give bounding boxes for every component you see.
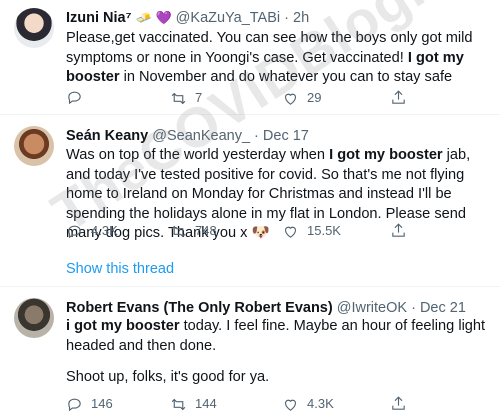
separator-dot: · xyxy=(254,128,259,144)
retweet-icon xyxy=(171,398,186,410)
like-button[interactable]: 15.5K xyxy=(282,222,341,240)
highlight-text: i got my booster xyxy=(66,318,180,334)
share-icon xyxy=(392,396,405,410)
retweet-icon xyxy=(171,225,186,237)
show-thread-link[interactable]: Show this thread xyxy=(66,261,174,277)
user-handle[interactable]: @IwriteOK xyxy=(337,300,407,316)
reply-icon xyxy=(68,225,81,238)
like-count: 15.5K xyxy=(307,223,341,238)
tweet-header: Seán Keany @SeanKeany_ · Dec 17 xyxy=(66,126,309,146)
retweet-button[interactable]: 748 xyxy=(170,222,217,240)
reply-button[interactable]: 146 xyxy=(66,395,113,413)
name-emojis: 🧈 💜 xyxy=(135,10,172,25)
share-icon xyxy=(392,90,405,104)
tweet-actions: 4.3K 748 15.5K xyxy=(66,222,496,240)
display-name[interactable]: Seán Keany xyxy=(66,128,148,144)
like-count: 29 xyxy=(307,90,322,105)
heart-icon xyxy=(284,93,297,105)
tweet-header: Izuni Nia⁷ 🧈 💜 @KaZuYa_TABi · 2h xyxy=(66,8,309,28)
heart-icon xyxy=(284,226,297,238)
tweet-date[interactable]: Dec 21 xyxy=(420,300,466,316)
like-button[interactable]: 4.3K xyxy=(282,395,334,413)
tweet-text-line2: Shoot up, folks, it's good for ya. xyxy=(66,369,270,385)
like-count: 4.3K xyxy=(307,396,334,411)
heart-icon xyxy=(284,399,297,411)
reply-icon xyxy=(68,91,81,105)
share-button[interactable] xyxy=(390,222,407,239)
reply-icon xyxy=(68,398,81,411)
retweet-count: 748 xyxy=(195,223,217,238)
share-icon xyxy=(392,223,405,237)
separator-dot: · xyxy=(284,10,289,26)
retweet-icon xyxy=(171,92,186,104)
user-handle[interactable]: @KaZuYa_TABi xyxy=(176,10,280,26)
share-button[interactable] xyxy=(390,395,407,412)
tweet-text: i got my booster today. I feel fine. May… xyxy=(66,318,486,354)
reply-count: 4.3K xyxy=(91,223,118,238)
retweet-button[interactable]: 7 xyxy=(170,89,202,107)
tweet-1[interactable]: Izuni Nia⁷ 🧈 💜 @KaZuYa_TABi · 2h Please,… xyxy=(0,0,500,112)
reply-count: 146 xyxy=(91,396,113,411)
tweet-actions: 7 29 xyxy=(66,89,496,107)
user-handle[interactable]: @SeanKeany_ xyxy=(152,128,250,144)
avatar[interactable] xyxy=(14,8,54,48)
display-name[interactable]: Robert Evans (The Only Robert Evans) xyxy=(66,300,333,316)
tweet-text: Please,get vaccinated. You can see how t… xyxy=(66,30,473,85)
share-button[interactable] xyxy=(390,89,407,106)
avatar[interactable] xyxy=(14,298,54,338)
tweet-date[interactable]: Dec 17 xyxy=(263,128,309,144)
highlight-text: I got my booster xyxy=(329,147,443,163)
display-name[interactable]: Izuni Nia⁷ xyxy=(66,10,132,26)
reply-button[interactable] xyxy=(66,89,91,106)
retweet-count: 7 xyxy=(195,90,203,105)
retweet-count: 144 xyxy=(195,396,217,411)
reply-button[interactable]: 4.3K xyxy=(66,222,118,240)
tweet-header: Robert Evans (The Only Robert Evans) @Iw… xyxy=(66,298,466,318)
like-button[interactable]: 29 xyxy=(282,89,321,107)
tweet-date[interactable]: 2h xyxy=(293,10,309,26)
tweet-actions: 146 144 4.3K xyxy=(66,395,496,413)
avatar[interactable] xyxy=(14,126,54,166)
separator-dot: · xyxy=(411,300,416,316)
retweet-button[interactable]: 144 xyxy=(170,395,217,413)
